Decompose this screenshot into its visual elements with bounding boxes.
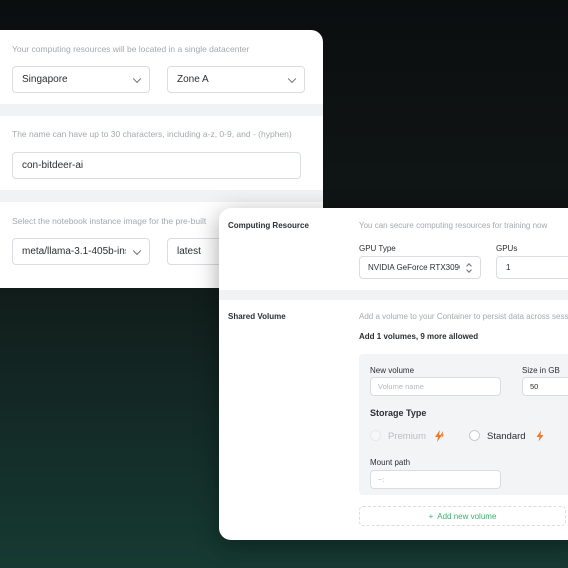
lightning-icon [440,431,444,438]
storage-type-label: Storage Type [370,408,427,418]
name-value: con-bitdeer-ai [22,160,84,171]
premium-label: Premium [388,431,427,442]
gpus-label: GPUs [496,244,518,253]
zone-value: Zone A [177,74,209,85]
volume-card: New volume Volume name Size in GB 50 Sto… [359,354,568,495]
image-tag-value: latest [177,246,201,257]
shared-volume-hint: Add a volume to your Container to persis… [359,312,568,321]
name-hint: The name can have up to 30 characters, i… [12,129,292,139]
lightning-icon [536,430,544,442]
mount-path-value: ~: [378,475,385,484]
location-hint: Your computing resources will be located… [12,44,250,54]
lightning-icon [435,430,442,442]
lightning-icon [435,430,444,442]
computing-hint: You can secure computing resources for t… [359,221,548,230]
size-label: Size in GB [522,366,560,375]
region-select[interactable]: Singapore [12,66,150,93]
add-new-volume-label: + Add new volume [428,511,497,521]
size-input[interactable]: 50 [522,377,568,396]
chevron-down-icon [132,246,142,255]
size-value: 50 [530,382,539,391]
gpus-input[interactable]: 1 [496,256,568,279]
region-value: Singapore [22,74,68,85]
image-tag-select[interactable]: latest [167,238,227,265]
computing-resource-title: Computing Resource [228,221,309,230]
section-divider [0,190,323,202]
image-value: meta/llama-3.1-405b-inst [22,246,126,257]
new-volume-label: New volume [370,366,415,375]
zone-select[interactable]: Zone A [167,66,305,93]
gpus-value: 1 [506,263,511,272]
section-divider [219,290,568,300]
standard-label: Standard [487,431,526,442]
chevron-down-icon [287,74,297,83]
volume-name-input[interactable]: Volume name [370,377,501,396]
image-select[interactable]: meta/llama-3.1-405b-inst [12,238,150,265]
mount-path-input[interactable]: ~: [370,470,501,489]
standard-radio[interactable] [469,430,480,441]
premium-radio[interactable] [370,430,381,441]
add-new-volume-button[interactable]: + Add new volume [359,506,566,526]
shared-volume-title: Shared Volume [228,312,286,321]
mount-path-label: Mount path [370,458,411,467]
volume-name-placeholder: Volume name [378,382,424,391]
name-input[interactable]: con-bitdeer-ai [12,152,301,179]
gpu-type-select[interactable]: NVIDIA GeForce RTX309C [359,256,481,279]
volume-count-text: Add 1 volumes, 9 more allowed [359,332,479,341]
lightning-icon [536,430,544,442]
gpu-type-value: NVIDIA GeForce RTX309C [368,263,460,272]
updown-chevron-icon [466,263,472,273]
gpu-type-label: GPU Type [359,244,396,253]
chevron-down-icon [132,74,142,83]
resource-settings-panel: Computing Resource You can secure comput… [219,208,568,540]
section-divider [0,104,323,116]
image-hint: Select the notebook instance image for t… [12,216,207,226]
